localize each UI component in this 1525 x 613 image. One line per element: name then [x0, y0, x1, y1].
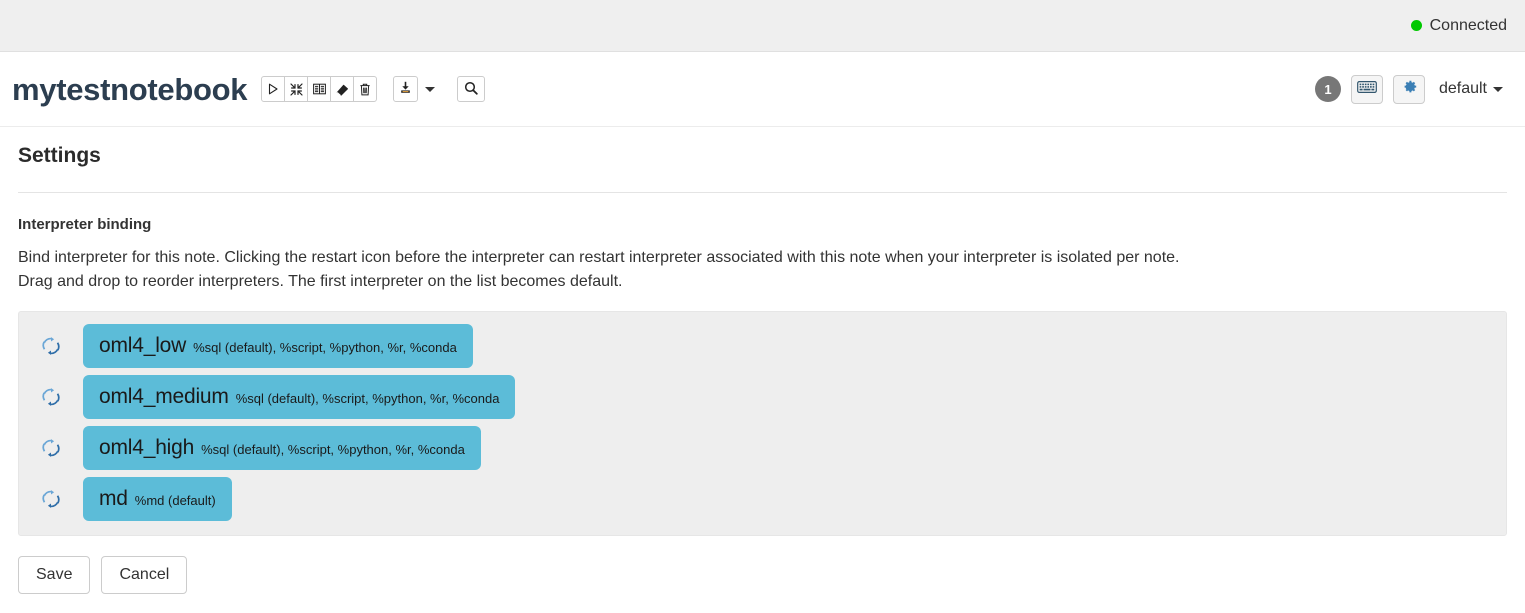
interpreter-row[interactable]: md %md (default)	[19, 477, 1506, 522]
interpreter-pill[interactable]: oml4_medium %sql (default), %script, %py…	[83, 375, 516, 420]
interpreter-name: oml4_medium	[99, 385, 229, 409]
interpreter-binding-heading: Interpreter binding	[18, 216, 152, 234]
connection-status: Connected	[1410, 16, 1507, 35]
interpreter-row[interactable]: oml4_high %sql (default), %script, %pyth…	[19, 426, 1506, 471]
note-header: mytestnotebook 1 default	[0, 52, 1525, 127]
chevron-down-icon	[1493, 86, 1503, 92]
note-title[interactable]: mytestnotebook	[12, 74, 248, 105]
restart-icon[interactable]	[41, 336, 61, 356]
connection-status-label: Connected	[1429, 16, 1507, 34]
interpreter-pill[interactable]: md %md (default)	[83, 477, 232, 522]
permissions-dropdown[interactable]: default	[1439, 80, 1503, 98]
interpreter-binding-list: oml4_low %sql (default), %script, %pytho…	[18, 311, 1507, 537]
interpreter-modes: %sql (default), %script, %python, %r, %c…	[193, 340, 457, 356]
interpreter-name: md	[99, 487, 128, 511]
collapse-arrows-icon	[290, 82, 303, 96]
cancel-button[interactable]: Cancel	[101, 556, 188, 594]
trash-icon	[359, 83, 371, 96]
top-status-bar: Connected	[0, 0, 1525, 52]
interpreter-settings-button[interactable]	[1392, 74, 1425, 104]
restart-icon[interactable]	[41, 489, 61, 509]
restart-icon[interactable]	[41, 387, 61, 407]
description-line-2: Drag and drop to reorder interpreters. T…	[18, 273, 623, 291]
interpreter-pill[interactable]: oml4_high %sql (default), %script, %pyth…	[83, 426, 481, 471]
run-all-paragraphs-button[interactable]	[261, 76, 286, 102]
interpreter-row[interactable]: oml4_low %sql (default), %script, %pytho…	[19, 324, 1506, 369]
green-dot-icon	[1410, 20, 1422, 31]
description-line-1: Bind interpreter for this note. Clicking…	[18, 249, 1180, 267]
export-dropdown-caret-icon[interactable]	[425, 86, 436, 92]
permissions-dropdown-label: default	[1438, 80, 1487, 97]
restart-icon[interactable]	[41, 438, 61, 458]
keyboard-shortcuts-button[interactable]	[1350, 74, 1383, 104]
interpreter-modes: %sql (default), %script, %python, %r, %c…	[201, 442, 465, 458]
interpreter-name: oml4_high	[99, 436, 195, 460]
interpreter-modes: %md (default)	[134, 493, 216, 509]
interpreter-modes: %sql (default), %script, %python, %r, %c…	[235, 391, 500, 407]
book-icon	[312, 83, 326, 95]
show-hide-all-output-button[interactable]	[307, 76, 332, 102]
keyboard-icon	[1357, 80, 1377, 99]
clear-all-output-button[interactable]	[330, 76, 355, 102]
note-toolbar	[261, 76, 378, 102]
download-icon	[398, 81, 413, 98]
interpreter-name: oml4_low	[99, 334, 187, 358]
remove-notebook-button[interactable]	[353, 76, 378, 102]
page-title: Settings	[18, 144, 101, 167]
note-header-right-controls: 1 default	[1314, 74, 1507, 104]
eraser-icon	[336, 83, 349, 96]
interpreter-pill[interactable]: oml4_low %sql (default), %script, %pytho…	[83, 324, 473, 369]
search-code-button[interactable]	[457, 76, 486, 102]
search-icon	[464, 81, 478, 98]
export-notebook-button[interactable]	[393, 76, 419, 102]
export-group	[393, 76, 436, 102]
revision-count-badge[interactable]: 1	[1314, 76, 1341, 102]
interpreter-row[interactable]: oml4_medium %sql (default), %script, %py…	[19, 375, 1506, 420]
settings-actions: Save Cancel	[12, 536, 1513, 594]
hide-show-all-code-button[interactable]	[284, 76, 309, 102]
settings-body: Settings Interpreter binding Bind interp…	[0, 127, 1525, 594]
interpreter-binding-description: Bind interpreter for this note. Clicking…	[12, 233, 1513, 294]
gear-icon	[1400, 78, 1418, 101]
save-button[interactable]: Save	[18, 556, 91, 594]
play-icon	[267, 83, 279, 95]
